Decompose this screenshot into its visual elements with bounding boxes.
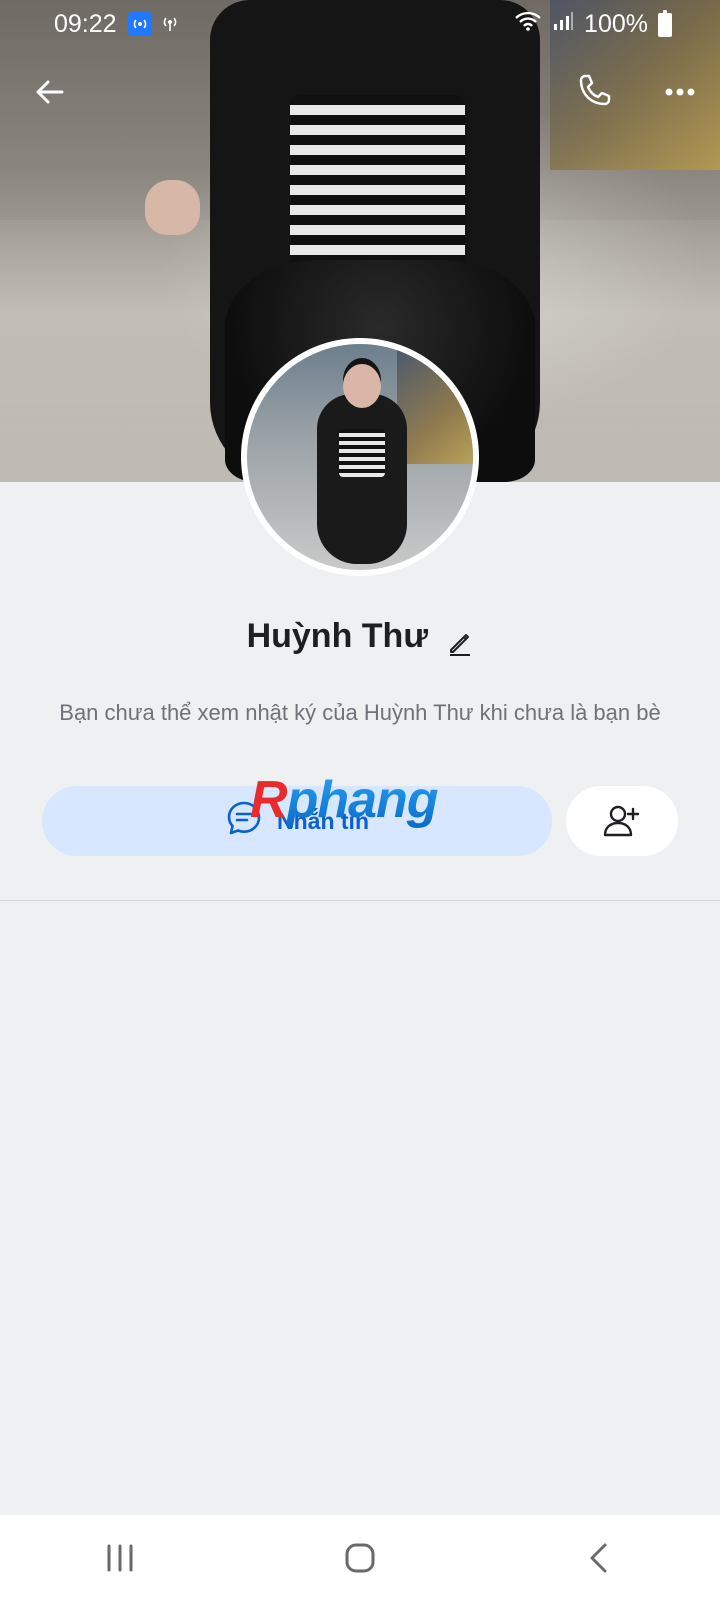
signal-broadcast-icon bbox=[158, 12, 182, 36]
profile-screen: 09:22 100% Huỳnh Thư Bạn chưa thể xem nh… bbox=[0, 0, 720, 1600]
add-user-icon bbox=[603, 805, 640, 837]
cell-signal-icon bbox=[552, 10, 574, 39]
pencil-icon[interactable] bbox=[447, 623, 473, 657]
system-nav-bar bbox=[0, 1515, 720, 1600]
add-friend-button[interactable] bbox=[566, 786, 678, 856]
avatar-head-shape bbox=[343, 364, 381, 408]
chat-bubble-icon bbox=[225, 799, 263, 843]
home-icon bbox=[345, 1543, 375, 1572]
back-icon bbox=[590, 1543, 607, 1572]
arrow-left-icon bbox=[36, 80, 64, 104]
home-button[interactable] bbox=[320, 1528, 400, 1588]
recent-apps-icon bbox=[107, 1544, 133, 1571]
status-time: 09:22 bbox=[54, 10, 117, 38]
avatar-stripes-shape bbox=[339, 429, 385, 477]
avatar-body-shape bbox=[317, 394, 407, 564]
cover-hand-shape bbox=[145, 180, 200, 235]
recent-apps-button[interactable] bbox=[80, 1528, 160, 1588]
status-left-icons bbox=[128, 12, 182, 36]
avatar[interactable] bbox=[241, 338, 479, 576]
profile-name-row: Huỳnh Thư bbox=[0, 612, 720, 658]
back-button[interactable] bbox=[30, 72, 70, 112]
call-button[interactable] bbox=[575, 70, 615, 110]
battery-icon bbox=[658, 9, 672, 37]
avatar-photo bbox=[247, 344, 473, 570]
status-bar: 09:22 100% bbox=[0, 0, 720, 50]
profile-name: Huỳnh Thư bbox=[246, 617, 428, 656]
wifi-icon bbox=[514, 10, 542, 39]
diary-notice: Bạn chưa thể xem nhật ký của Huỳnh Thư k… bbox=[59, 700, 661, 725]
battery-percent: 100% bbox=[584, 10, 648, 38]
phone-icon bbox=[579, 74, 611, 106]
status-right-icons: 100% bbox=[514, 9, 672, 39]
message-button[interactable]: Nhắn tin bbox=[42, 786, 552, 856]
message-button-label: Nhắn tin bbox=[277, 807, 369, 834]
more-horizontal-icon bbox=[665, 88, 695, 96]
more-options-button[interactable] bbox=[660, 72, 700, 112]
hotspot-icon bbox=[128, 12, 152, 36]
nav-back-button[interactable] bbox=[560, 1528, 640, 1588]
cover-stripes-shape bbox=[290, 95, 465, 275]
avatar-shelf-shape bbox=[397, 344, 473, 464]
section-divider bbox=[0, 900, 720, 901]
